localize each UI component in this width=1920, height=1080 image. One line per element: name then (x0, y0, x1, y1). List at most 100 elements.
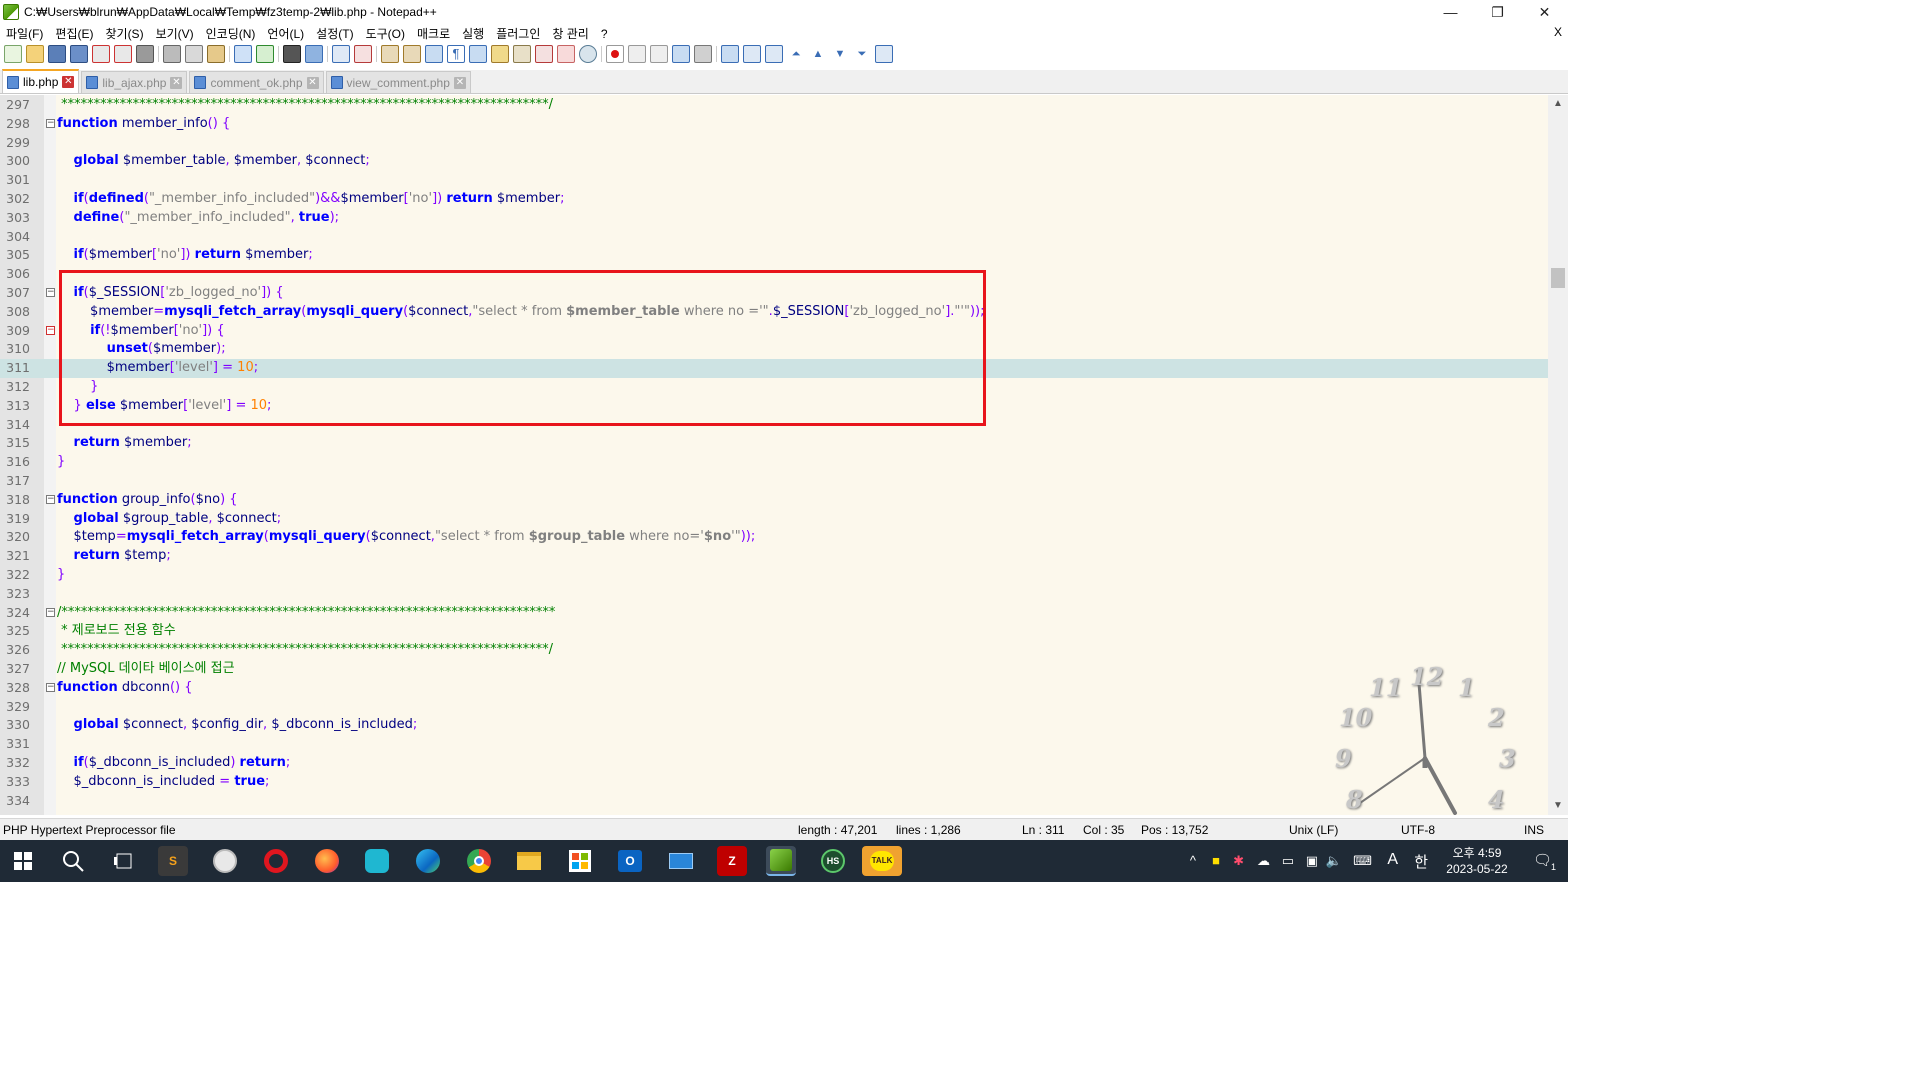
minimize-button[interactable]: — (1427, 0, 1474, 24)
fold-toggle-icon[interactable]: − (46, 288, 55, 297)
menu-search[interactable]: 찾기(S) (99, 25, 149, 42)
close-document-button[interactable]: X (1554, 25, 1562, 39)
code-line[interactable]: 311 $member['level'] = 10; (0, 359, 1548, 378)
code-line[interactable]: 330 global $connect, $config_dir, $_dbco… (0, 716, 1548, 735)
code-text[interactable]: } (57, 378, 98, 397)
menu-view[interactable]: 보기(V) (150, 25, 200, 42)
record-macro-icon[interactable] (606, 45, 624, 63)
clock-app-icon[interactable] (210, 846, 240, 876)
save-all-icon[interactable] (70, 45, 88, 63)
tab-close-icon[interactable]: ✕ (62, 76, 75, 88)
code-line[interactable]: 310 unset($member); (0, 340, 1548, 359)
code-line[interactable]: 323 (0, 585, 1548, 604)
code-line[interactable]: 297 ************************************… (0, 96, 1548, 115)
code-text[interactable]: if(!$member['no']) { (57, 322, 225, 341)
store-icon[interactable] (565, 846, 595, 876)
code-text[interactable]: return $temp; (57, 547, 171, 566)
code-text[interactable]: return $member; (57, 434, 192, 453)
network-icon[interactable]: ▣ (1306, 853, 1318, 869)
code-line[interactable]: 313 } else $member['level'] = 10; (0, 397, 1548, 416)
menu-encoding[interactable]: 인코딩(N) (200, 25, 262, 42)
code-line[interactable]: 317 (0, 472, 1548, 491)
menu-plugins[interactable]: 플러그인 (490, 25, 546, 42)
code-text[interactable]: * 제로보드 전용 함수 (57, 622, 176, 641)
filezilla-icon[interactable]: Z (717, 846, 747, 876)
volume-icon[interactable]: 🔈 (1326, 853, 1342, 869)
paste-icon[interactable] (207, 45, 225, 63)
code-line[interactable]: 300 global $member_table, $member, $conn… (0, 152, 1548, 171)
prev-diff-icon[interactable]: ▲ (809, 45, 827, 63)
tab-comment-ok-php[interactable]: comment_ok.php ✕ (189, 71, 324, 93)
code-text[interactable]: $member=mysqli_fetch_array(mysqli_query(… (57, 303, 984, 322)
menu-file[interactable]: 파일(F) (0, 25, 49, 42)
status-encoding[interactable]: UTF-8 (1401, 823, 1435, 837)
compare-clear-icon[interactable] (743, 45, 761, 63)
code-line[interactable]: 325 * 제로보드 전용 함수 (0, 622, 1548, 641)
code-line[interactable]: 327 // MySQL 데이타 베이스에 접근 (0, 660, 1548, 679)
status-eol[interactable]: Unix (LF) (1289, 823, 1338, 837)
last-diff-icon[interactable]: ⏷ (853, 45, 871, 63)
code-line[interactable]: 308 $member=mysqli_fetch_array(mysqli_qu… (0, 303, 1548, 322)
code-line[interactable]: 314 (0, 416, 1548, 435)
code-text[interactable]: /***************************************… (57, 604, 555, 623)
code-line[interactable]: 324 −/***********************************… (0, 604, 1548, 623)
menu-macro[interactable]: 매크로 (411, 25, 456, 42)
kakaotalk-tray-icon[interactable]: ■ (1212, 853, 1220, 868)
fold-toggle-icon[interactable]: − (46, 607, 55, 617)
code-text[interactable]: $_dbconn_is_included = true; (57, 773, 270, 792)
swift-app-icon[interactable] (362, 846, 392, 876)
code-line[interactable]: 316} (0, 453, 1548, 472)
keyboard-icon[interactable]: ⌨ (1353, 853, 1372, 869)
code-line[interactable]: 315 return $member; (0, 434, 1548, 453)
save-macro-icon[interactable] (694, 45, 712, 63)
code-text[interactable]: // MySQL 데이타 베이스에 접근 (57, 660, 235, 679)
fold-toggle-icon[interactable]: − (46, 682, 55, 692)
status-insert-mode[interactable]: INS (1524, 823, 1544, 837)
code-text[interactable]: global $group_table, $connect; (57, 510, 282, 529)
vertical-scrollbar[interactable]: ▲ ▼ (1548, 95, 1568, 815)
code-line[interactable]: 334 (0, 792, 1548, 811)
tab-lib-php[interactable]: lib.php ✕ (2, 69, 80, 93)
tab-view-comment-php[interactable]: view_comment.php ✕ (325, 71, 471, 93)
zoom-out-icon[interactable] (354, 45, 372, 63)
code-line[interactable]: 326 ************************************… (0, 641, 1548, 660)
code-line[interactable]: 318 − function group_info($no) { (0, 491, 1548, 510)
code-text[interactable]: } (57, 453, 65, 472)
code-text[interactable]: global $connect, $config_dir, $_dbconn_i… (57, 716, 418, 735)
code-line[interactable]: 309 − if(!$member['no']) { (0, 322, 1548, 341)
code-text[interactable]: function group_info($no) { (57, 491, 238, 510)
fold-toggle-icon[interactable]: − (46, 325, 55, 335)
menu-help[interactable]: ? (595, 27, 614, 41)
close-all-icon[interactable] (114, 45, 132, 63)
code-text[interactable]: global $member_table, $member, $connect; (57, 152, 370, 171)
menu-run[interactable]: 실행 (456, 25, 490, 42)
replace-icon[interactable] (305, 45, 323, 63)
notification-icon[interactable]: 🗨 (1533, 851, 1552, 869)
notepadpp-taskbar-icon[interactable] (766, 846, 796, 876)
stop-macro-icon[interactable] (628, 45, 646, 63)
cut-icon[interactable] (163, 45, 181, 63)
monitoring-icon[interactable] (579, 45, 597, 63)
code-text[interactable]: ****************************************… (57, 96, 553, 115)
fold-toggle-icon[interactable]: − (46, 118, 55, 128)
code-line[interactable]: 301 (0, 171, 1548, 190)
sync-horizontal-icon[interactable] (403, 45, 421, 63)
menu-tools[interactable]: 도구(O) (360, 25, 411, 42)
code-line[interactable]: 333 $_dbconn_is_included = true; (0, 773, 1548, 792)
menu-language[interactable]: 언어(L) (261, 25, 310, 42)
code-text[interactable]: function member_info() { (57, 115, 230, 134)
code-line[interactable]: 331 (0, 735, 1548, 754)
code-line[interactable]: 307 − if($_SESSION['zb_logged_no']) { (0, 284, 1548, 303)
taskbar-clock[interactable]: 오후 4:59 2023-05-22 (1444, 845, 1510, 877)
fold-toggle-icon[interactable]: − (46, 494, 55, 504)
restore-button[interactable]: ❐ (1474, 0, 1521, 24)
show-all-chars-icon[interactable]: ¶ (447, 45, 465, 63)
code-line[interactable]: 298 − function member_info() { (0, 115, 1548, 134)
function-list-icon[interactable] (535, 45, 553, 63)
tab-lib-ajax-php[interactable]: lib_ajax.php ✕ (81, 71, 188, 93)
code-text[interactable]: function dbconn() { (57, 679, 193, 698)
code-line[interactable]: 320 $temp=mysqli_fetch_array(mysqli_quer… (0, 528, 1548, 547)
code-text[interactable]: } (57, 566, 65, 585)
tab-close-icon[interactable]: ✕ (170, 76, 183, 89)
sync-vertical-icon[interactable] (381, 45, 399, 63)
